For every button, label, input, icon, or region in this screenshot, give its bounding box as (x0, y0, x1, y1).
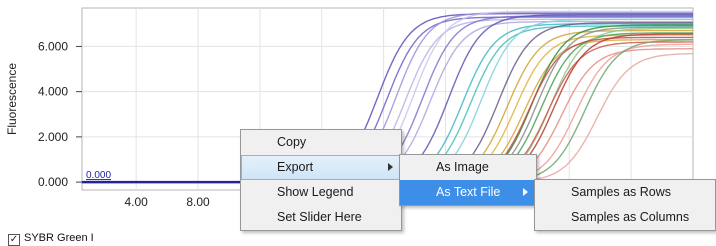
y-tick-label: 2.000 (38, 130, 68, 144)
legend-checkbox[interactable]: ✓ (8, 234, 20, 246)
plot-context-menu: Copy Export Show Legend Set Slider Here (240, 129, 402, 231)
menu-item-copy-label: Copy (277, 135, 307, 149)
menu-item-as-image[interactable]: As Image (400, 155, 536, 180)
menu-item-samples-as-columns[interactable]: Samples as Columns (535, 205, 715, 230)
menu-item-export-label: Export (277, 160, 314, 174)
submenu-arrow-icon (388, 163, 393, 171)
menu-item-as-text-file[interactable]: As Text File (400, 180, 536, 205)
submenu-arrow-icon (523, 188, 528, 196)
x-tick-label: 4.00 (124, 195, 148, 209)
menu-item-samples-as-rows-label: Samples as Rows (571, 185, 672, 199)
menu-item-copy[interactable]: Copy (241, 130, 401, 155)
legend-label: SYBR Green I (24, 232, 94, 244)
checkmark-icon: ✓ (9, 234, 19, 245)
y-tick-label: 6.000 (38, 39, 68, 53)
menu-item-show-legend-label: Show Legend (277, 185, 354, 199)
text-file-submenu: Samples as Rows Samples as Columns (534, 179, 716, 231)
export-submenu: As Image As Text File (399, 154, 537, 206)
menu-item-set-slider-label: Set Slider Here (277, 210, 362, 224)
menu-item-as-image-label: As Image (436, 160, 489, 174)
threshold-value-label: 0.000 (86, 170, 111, 181)
menu-item-samples-as-columns-label: Samples as Columns (571, 210, 690, 224)
y-axis-label: Fluorescence (5, 63, 19, 135)
menu-item-as-text-file-label: As Text File (436, 185, 501, 199)
y-tick-label: 4.000 (38, 85, 68, 99)
menu-item-export[interactable]: Export (241, 155, 401, 180)
x-tick-label: 8.00 (186, 195, 210, 209)
menu-item-samples-as-rows[interactable]: Samples as Rows (535, 180, 715, 205)
menu-item-show-legend[interactable]: Show Legend (241, 180, 401, 205)
y-tick-label: 0.000 (38, 175, 68, 189)
menu-item-set-slider-here[interactable]: Set Slider Here (241, 205, 401, 230)
